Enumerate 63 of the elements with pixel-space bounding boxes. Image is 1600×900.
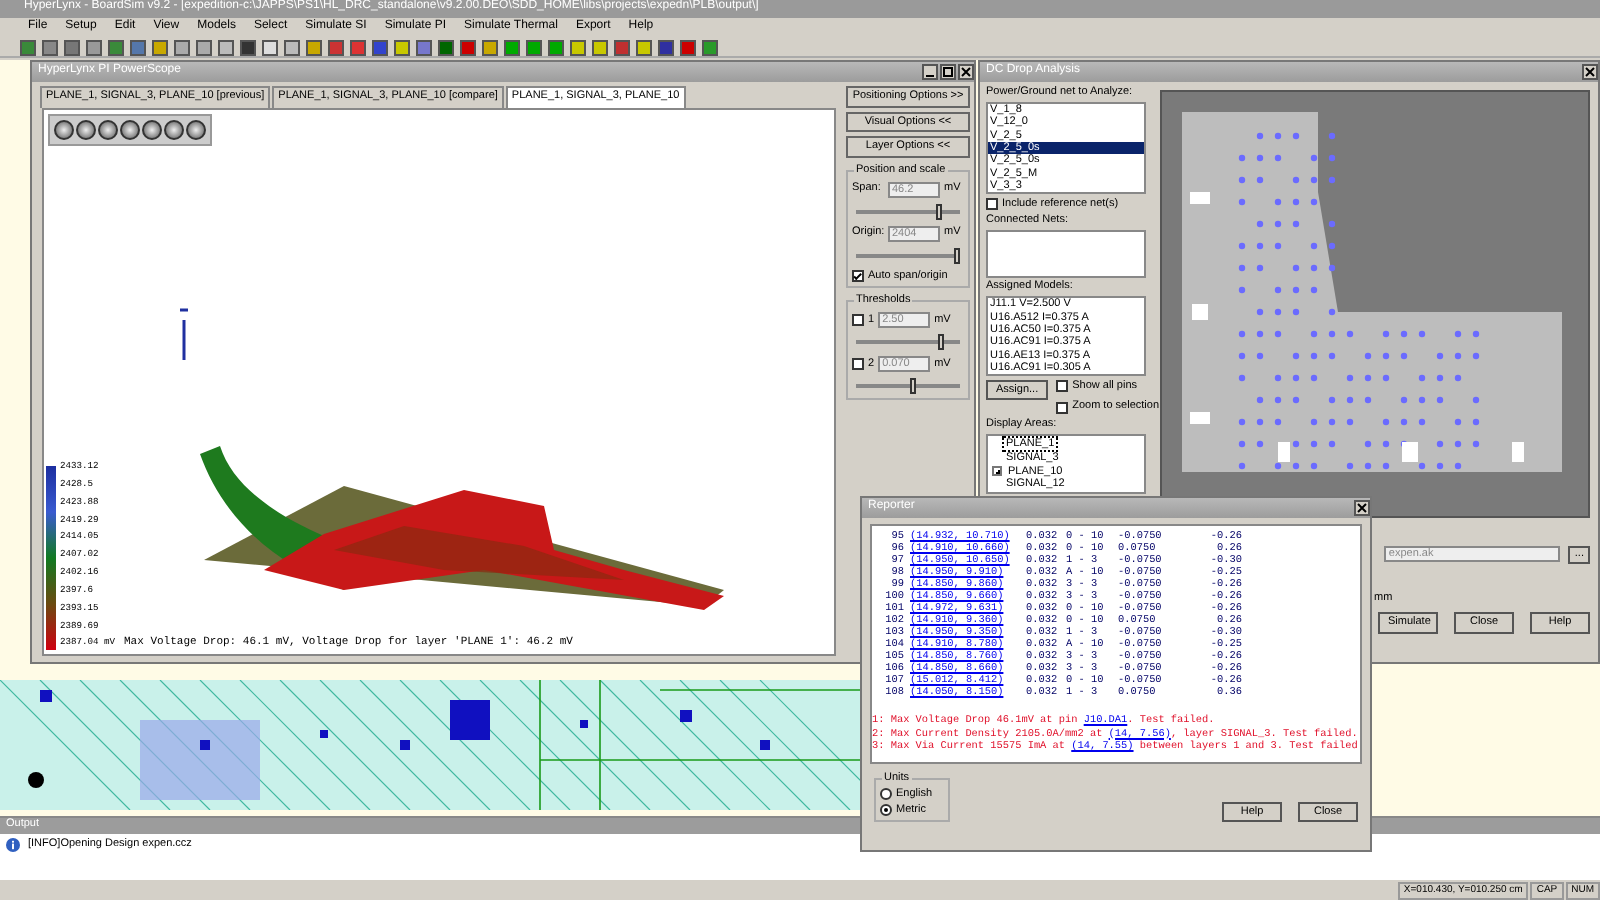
toolbar-square-icon[interactable]	[460, 39, 476, 55]
maximize-button[interactable]	[940, 64, 956, 80]
info-icon	[6, 838, 20, 852]
view-tool-button[interactable]	[142, 119, 162, 140]
toolbar-square-icon[interactable]	[438, 39, 454, 55]
checkbox[interactable]	[852, 270, 864, 283]
radio-button[interactable]	[880, 788, 892, 801]
toolbar-square-icon[interactable]	[680, 39, 696, 55]
close-icon	[1584, 66, 1596, 78]
toolbar-square-icon[interactable]	[20, 39, 36, 55]
slider-thumb[interactable]	[938, 334, 945, 351]
toolbar-square-icon[interactable]	[350, 39, 366, 55]
toolbar-square-icon[interactable]	[130, 39, 146, 55]
toolbar-square-icon[interactable]	[504, 39, 520, 55]
toolbar-square-icon[interactable]	[174, 39, 190, 55]
toolbar-square-icon[interactable]	[592, 39, 608, 55]
slider-thumb[interactable]	[953, 247, 960, 264]
minimize-button[interactable]	[922, 64, 938, 80]
view-tool-button[interactable]	[54, 119, 74, 140]
toolbar-square-icon[interactable]	[372, 39, 388, 55]
checkbox[interactable]	[852, 358, 864, 371]
view-tool-button[interactable]	[120, 119, 140, 140]
view-tool-button[interactable]	[76, 119, 96, 140]
view-tool-button[interactable]	[186, 119, 206, 140]
checkbox[interactable]	[852, 314, 864, 327]
slider-thumb[interactable]	[936, 203, 943, 220]
toolbar-square-icon[interactable]	[64, 39, 80, 55]
toolbar-square-icon[interactable]	[570, 39, 586, 55]
close-icon	[1356, 502, 1368, 514]
close-icon	[960, 66, 972, 78]
toolbar-square-icon[interactable]	[482, 39, 498, 55]
close-button[interactable]	[1582, 64, 1598, 80]
view-tool-button[interactable]	[98, 119, 118, 140]
slider-thumb[interactable]	[910, 378, 917, 395]
checkbox[interactable]	[986, 197, 998, 210]
close-button[interactable]	[1354, 500, 1370, 516]
toolbar-square-icon[interactable]	[702, 39, 718, 55]
view-tool-button[interactable]	[164, 119, 184, 140]
toolbar-square-icon[interactable]	[108, 39, 124, 55]
toolbar-square-icon[interactable]	[306, 39, 322, 55]
toolbar-square-icon[interactable]	[240, 39, 256, 55]
close-button[interactable]	[958, 64, 974, 80]
toolbar-square-icon[interactable]	[658, 39, 674, 55]
toolbar-square-icon[interactable]	[526, 39, 542, 55]
toolbar-square-icon[interactable]	[614, 39, 630, 55]
toolbar-square-icon[interactable]	[152, 39, 168, 55]
toolbar-square-icon[interactable]	[42, 39, 58, 55]
toolbar-square-icon[interactable]	[196, 39, 212, 55]
toolbar-square-icon[interactable]	[218, 39, 234, 55]
toolbar-square-icon[interactable]	[328, 39, 344, 55]
checkbox[interactable]	[1056, 401, 1069, 414]
connected-nets-field[interactable]	[986, 229, 1146, 278]
toolbar-square-icon[interactable]	[284, 39, 300, 55]
toolbar-square-icon[interactable]	[86, 39, 102, 55]
radio-button[interactable]	[880, 803, 892, 816]
toolbar-square-icon[interactable]	[262, 39, 278, 55]
toolbar-square-icon[interactable]	[394, 39, 410, 55]
toolbar-square-icon[interactable]	[636, 39, 652, 55]
checkbox[interactable]	[1056, 380, 1069, 393]
maximize-icon	[942, 66, 954, 78]
expand-toggle[interactable]	[992, 466, 1002, 477]
toolbar-square-icon[interactable]	[548, 39, 564, 55]
toolbar-square-icon[interactable]	[416, 39, 432, 55]
